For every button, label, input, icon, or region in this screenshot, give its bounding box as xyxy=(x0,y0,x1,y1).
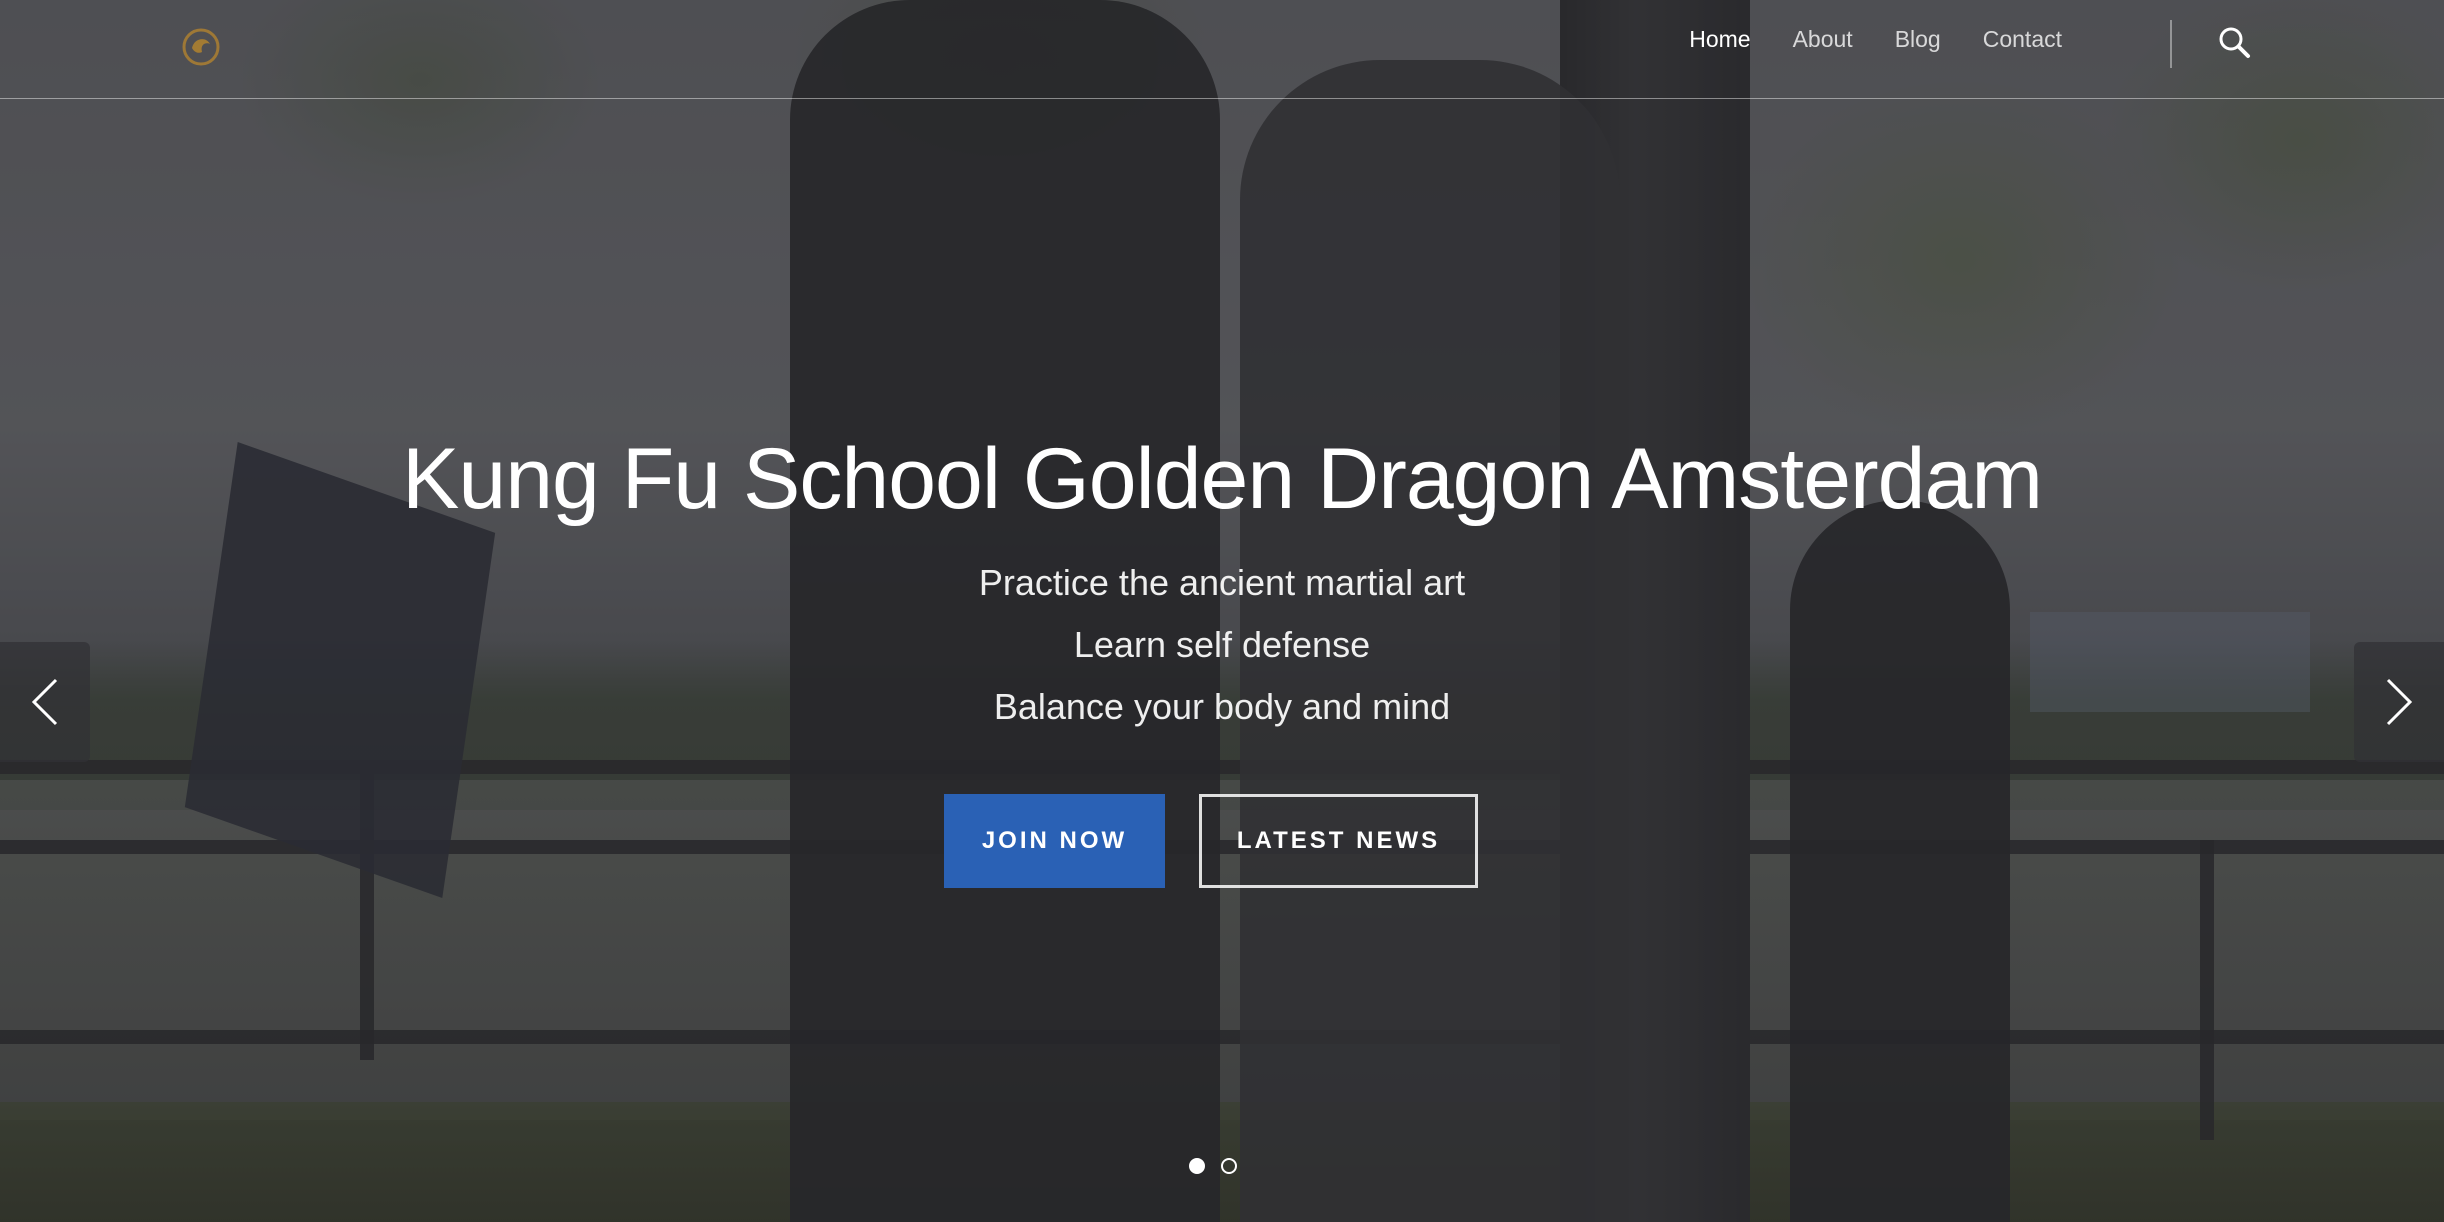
hero-buttons: JOIN NOW LATEST NEWS xyxy=(944,794,1478,888)
nav-item-contact[interactable]: Contact xyxy=(1983,26,2062,53)
hero-line: Balance your body and mind xyxy=(993,686,1451,727)
slider-dot-2[interactable] xyxy=(1221,1158,1237,1174)
nav-item-home[interactable]: Home xyxy=(1689,26,1750,53)
main-nav: Home About Blog Contact xyxy=(1689,26,2062,53)
nav-item-blog[interactable]: Blog xyxy=(1895,26,1941,53)
slider-prev-button[interactable] xyxy=(0,642,90,762)
hero-line: Practice the ancient martial art xyxy=(978,562,1466,603)
latest-news-button[interactable]: LATEST NEWS xyxy=(1199,794,1478,888)
hero-title: Kung Fu School Golden Dragon Amsterdam xyxy=(402,431,2043,527)
nav-item-about[interactable]: About xyxy=(1793,26,1853,53)
site-header: Home About Blog Contact xyxy=(0,0,2444,99)
slider-next-button[interactable] xyxy=(2354,642,2444,762)
hero-line: Learn self defense xyxy=(1073,624,1371,665)
chevron-left-icon xyxy=(31,678,58,726)
slider-dot-1[interactable] xyxy=(1189,1158,1205,1174)
hero-subtitle: Practice the ancient martial art Learn s… xyxy=(0,552,2444,738)
nav-divider xyxy=(2170,20,2172,68)
slider-pagination xyxy=(1189,1158,1237,1174)
join-now-button[interactable]: JOIN NOW xyxy=(944,794,1165,888)
dragon-logo-icon[interactable] xyxy=(180,26,222,68)
chevron-right-icon xyxy=(2386,678,2413,726)
search-icon[interactable] xyxy=(2218,26,2252,60)
hero-slider: Home About Blog Contact Kung Fu School G… xyxy=(0,0,2444,1222)
